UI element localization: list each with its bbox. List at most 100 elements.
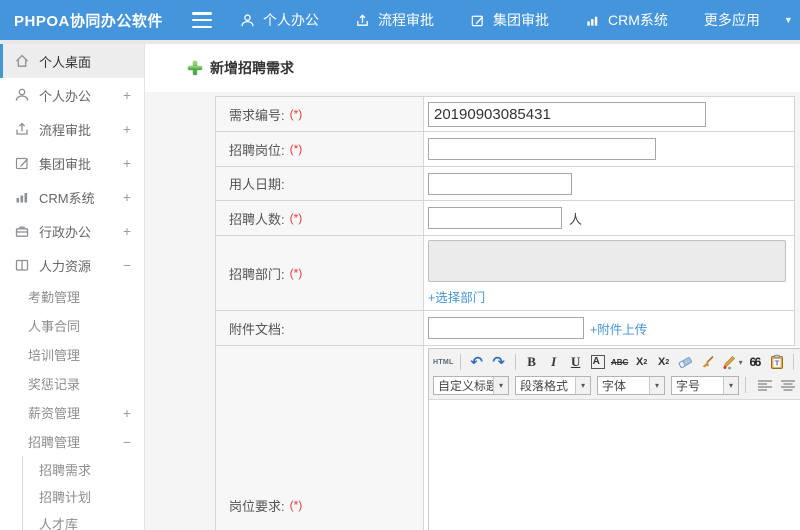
home-icon	[14, 53, 30, 69]
sidebar-item-salary[interactable]: 薪资管理 +	[0, 398, 144, 427]
editor-content-area[interactable]	[429, 400, 800, 530]
expand-toggle[interactable]: +	[123, 223, 131, 239]
sup-base: X	[636, 356, 644, 368]
html-source-button[interactable]: HTML	[433, 352, 454, 372]
superscript-button[interactable]: X2	[632, 352, 652, 372]
sidebar-item-hr[interactable]: 人力资源 −	[0, 248, 144, 282]
toolbar-separator	[514, 354, 516, 370]
department-textarea	[428, 240, 786, 282]
hire-date-input[interactable]	[428, 172, 572, 195]
sidebar-item-recruit-mgmt[interactable]: 招聘管理 −	[0, 427, 144, 456]
sidebar-item-admin-office[interactable]: 行政办公 +	[0, 214, 144, 248]
sub-exp: 2	[665, 358, 670, 366]
eraser-icon[interactable]	[676, 352, 696, 372]
expand-toggle[interactable]: +	[123, 189, 131, 205]
recruitment-form: 需求编号: (*) 招聘岗位: (*)	[215, 96, 800, 530]
expand-toggle[interactable]: +	[123, 405, 131, 421]
nav-crm-system[interactable]: CRM系统	[585, 10, 668, 30]
subscript-button[interactable]: X2	[654, 352, 674, 372]
attachment-input[interactable]	[428, 317, 584, 339]
position-input[interactable]	[428, 138, 656, 160]
bar-chart-icon	[585, 13, 600, 28]
sub-base: X	[658, 356, 666, 368]
field-label: 用人日期:	[229, 177, 285, 192]
sidebar-item-training[interactable]: 培训管理	[0, 340, 144, 369]
sidebar-item-label: 个人桌面	[39, 54, 92, 70]
underline-button[interactable]: U	[566, 352, 586, 372]
heading-select[interactable]: 自定义标题 ▾	[433, 375, 509, 395]
person-icon	[240, 13, 255, 28]
paragraph-format-select[interactable]: 段落格式 ▾	[515, 375, 591, 395]
person-icon	[14, 87, 30, 103]
blockquote-button[interactable]: 66	[745, 352, 765, 372]
expand-toggle[interactable]: +	[123, 121, 131, 137]
demand-no-input[interactable]	[428, 101, 706, 127]
sidebar-item-reward-punish[interactable]: 奖惩记录	[0, 369, 144, 398]
italic-button[interactable]: I	[544, 352, 564, 372]
headcount-input[interactable]	[428, 207, 562, 229]
font-size-select[interactable]: 字号 ▾	[671, 375, 739, 395]
field-label-cell: 招聘人数: (*)	[216, 201, 424, 235]
field-value-cell	[424, 167, 794, 200]
hamburger-menu-icon[interactable]	[192, 12, 212, 28]
sidebar-item-personal-office[interactable]: 个人办公 +	[0, 78, 144, 112]
nav-personal-office[interactable]: 个人办公	[240, 10, 319, 30]
nav-more-apps[interactable]: 更多应用 ▼	[704, 10, 793, 30]
color-pen-icon[interactable]: ▾	[720, 352, 743, 372]
app-logo: PHPOA协同办公软件	[14, 12, 163, 30]
undo-icon[interactable]: ↶	[467, 352, 487, 372]
select-department-link[interactable]: +选择部门	[428, 287, 485, 306]
align-center-button[interactable]	[779, 378, 796, 392]
nav-group-approval[interactable]: 集团审批	[470, 10, 549, 30]
sub-item-label: 培训管理	[28, 348, 81, 363]
strikethrough-button[interactable]: ABC	[610, 352, 630, 372]
recruit-submenu: 招聘需求 招聘计划 人才库	[22, 456, 144, 530]
sidebar-item-recruit-plan[interactable]: 招聘计划	[23, 483, 144, 510]
field-value-cell: +附件上传	[424, 311, 794, 345]
font-box-button[interactable]: A	[590, 355, 605, 369]
field-value-cell	[424, 132, 794, 166]
sidebar-item-group-approval[interactable]: 集团审批 +	[0, 146, 144, 180]
field-label: 附件文档:	[229, 321, 285, 337]
sidebar-item-attendance[interactable]: 考勤管理	[0, 282, 144, 311]
required-marker: (*)	[289, 107, 303, 121]
field-value-cell: +选择部门	[424, 236, 794, 310]
align-left-button[interactable]	[756, 378, 773, 392]
expand-toggle[interactable]: −	[123, 434, 131, 450]
redo-icon[interactable]: ↷	[489, 352, 509, 372]
sub-item-label: 招聘需求	[39, 463, 92, 478]
field-label-cell: 用人日期:	[216, 167, 424, 200]
headcount-unit: 人	[569, 211, 583, 227]
alignment-group	[756, 378, 800, 392]
nav-label: 集团审批	[493, 12, 549, 28]
nav-process-approval[interactable]: 流程审批	[355, 10, 434, 30]
sidebar: 个人桌面 个人办公 + 流程审批 + 集团审批 + CRM系统 + 行政办公 +…	[0, 44, 145, 530]
sidebar-item-label: CRM系统	[39, 190, 95, 206]
expand-toggle[interactable]: +	[123, 155, 131, 171]
sidebar-item-label: 集团审批	[39, 156, 92, 172]
sidebar-item-process-approval[interactable]: 流程审批 +	[0, 112, 144, 146]
expand-toggle[interactable]: +	[123, 87, 131, 103]
sidebar-item-talent-pool[interactable]: 人才库	[23, 510, 144, 530]
font-family-select[interactable]: 字体 ▾	[597, 375, 665, 395]
bold-button[interactable]: B	[522, 352, 542, 372]
form-row-requirement: 岗位要求: (*) HTML ↶ ↷ B I U A ABC X 2 X 2 ▾…	[216, 346, 800, 530]
nav-label: 流程审批	[378, 12, 434, 28]
app-window: PHPOA协同办公软件 个人办公 流程审批 集团审批 CRM系统 更多应用 ▼	[0, 0, 800, 530]
expand-toggle[interactable]: −	[123, 257, 131, 273]
paste-text-icon[interactable]: T	[767, 352, 787, 372]
sup-exp: 2	[643, 358, 648, 366]
format-brush-icon[interactable]	[698, 352, 718, 372]
process-approval-icon	[14, 121, 30, 137]
chevron-down-icon[interactable]: ▼	[784, 15, 793, 25]
sidebar-item-crm[interactable]: CRM系统 +	[0, 180, 144, 214]
field-value-cell	[424, 97, 794, 131]
field-value-cell: 人	[424, 201, 794, 235]
sidebar-item-personal-desktop[interactable]: 个人桌面	[0, 44, 144, 78]
sidebar-item-hr-contract[interactable]: 人事合同	[0, 311, 144, 340]
process-approval-icon	[355, 13, 370, 28]
form-row-attachment: 附件文档: +附件上传	[216, 311, 794, 346]
sidebar-item-recruit-demand[interactable]: 招聘需求	[23, 456, 144, 483]
attachment-upload-link[interactable]: +附件上传	[590, 319, 647, 338]
sub-item-label: 招聘计划	[39, 490, 92, 505]
